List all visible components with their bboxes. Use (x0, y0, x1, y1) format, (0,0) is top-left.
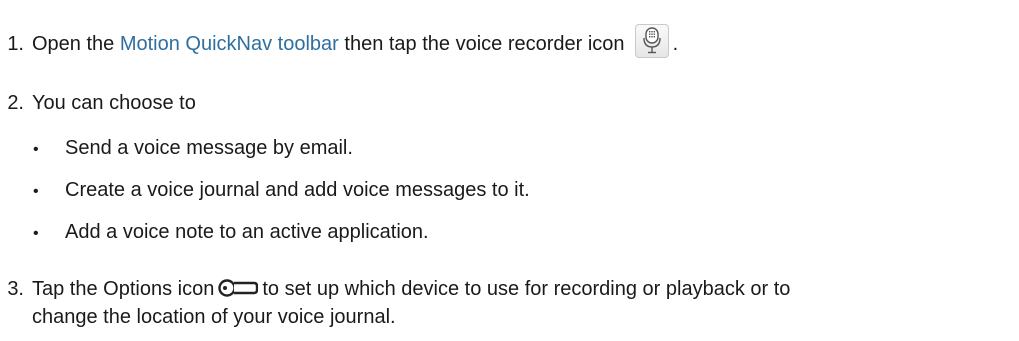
bullet-icon: • (33, 183, 39, 200)
step-text-continuation: change the location of your voice journa… (32, 306, 396, 328)
list-item: • Add a voice note to an active applicati… (33, 218, 429, 248)
list-item: • Create a voice journal and add voice me… (33, 176, 530, 206)
step-2: 2. You can choose to (0, 89, 196, 117)
bullet-icon: • (33, 225, 39, 242)
step-number: 1. (7, 33, 24, 55)
step-text: You can choose to (32, 92, 196, 114)
bullet-icon: • (33, 141, 39, 158)
step-text: to set up which device to use for record… (262, 278, 791, 300)
list-item-text: Create a voice journal and add voice mes… (65, 179, 530, 201)
step-text: . (672, 33, 679, 55)
step-text: Tap the Options icon (32, 278, 215, 300)
motion-quicknav-toolbar-link[interactable]: Motion QuickNav toolbar (120, 33, 339, 55)
microphone-icon[interactable] (634, 23, 669, 58)
step-number: 3. (7, 278, 24, 300)
list-item-text: Send a voice message by email. (65, 137, 353, 159)
step-3: 3. Tap the Options icon to set up which d… (0, 275, 790, 303)
step-1: 1. Open the Motion QuickNav toolbar then … (0, 23, 679, 58)
step-text: Open the (32, 33, 120, 55)
step-text: then tap the voice recorder icon (338, 33, 625, 55)
key-icon[interactable] (218, 276, 259, 300)
list-item: • Send a voice message by email. (33, 134, 353, 164)
list-item-text: Add a voice note to an active applicatio… (65, 221, 429, 243)
step-number: 2. (7, 92, 24, 114)
